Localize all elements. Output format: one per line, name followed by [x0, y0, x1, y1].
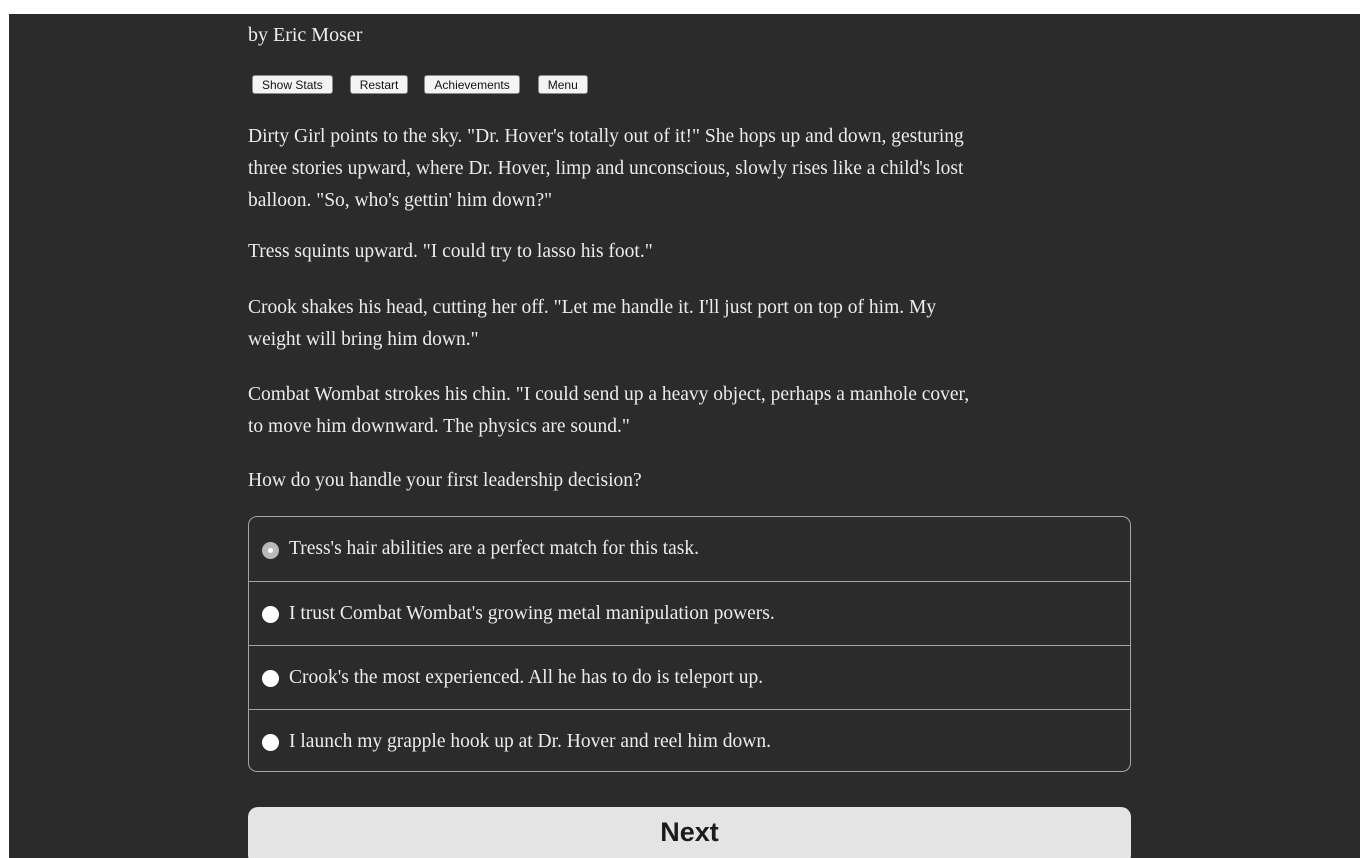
next-button[interactable]: Next — [248, 807, 1131, 858]
story-line: to move him downward. The physics are so… — [248, 416, 630, 437]
author-byline: by Eric Moser — [248, 24, 363, 46]
choice-option[interactable]: I trust Combat Wombat's growing metal ma… — [249, 581, 1130, 645]
choice-list: Tress's hair abilities are a perfect mat… — [248, 516, 1131, 772]
story-line: Combat Wombat strokes his chin. "I could… — [248, 384, 970, 405]
story-paragraph: Crook shakes his head, cutting her off. … — [248, 292, 936, 356]
choice-option[interactable]: I launch my grapple hook up at Dr. Hover… — [249, 709, 1130, 771]
show-stats-button[interactable]: Show Stats — [252, 75, 333, 94]
choice-label: I launch my grapple hook up at Dr. Hover… — [289, 730, 771, 752]
choice-label: Crook's the most experienced. All he has… — [289, 666, 764, 688]
choice-label: Tress's hair abilities are a perfect mat… — [289, 538, 700, 559]
story-paragraph: Combat Wombat strokes his chin. "I could… — [248, 379, 969, 443]
story-line: How do you handle your first leadership … — [248, 470, 642, 491]
choice-option[interactable]: Crook's the most experienced. All he has… — [249, 645, 1130, 709]
radio-button-icon[interactable] — [262, 670, 279, 687]
story-paragraph: Tress squints upward. "I could try to la… — [248, 236, 653, 268]
toolbar: Show Stats Restart Achievements Menu — [252, 75, 588, 94]
choice-label: I trust Combat Wombat's growing metal ma… — [289, 602, 775, 624]
restart-button[interactable]: Restart — [349, 75, 409, 94]
story-paragraph: Dirty Girl points to the sky. "Dr. Hover… — [248, 121, 964, 217]
story-line: weight will bring him down." — [248, 329, 479, 350]
story-line: Crook shakes his head, cutting her off. … — [248, 297, 937, 318]
choice-option[interactable]: Tress's hair abilities are a perfect mat… — [249, 517, 1130, 581]
story-line: Dirty Girl points to the sky. "Dr. Hover… — [248, 126, 964, 147]
radio-button-icon[interactable] — [262, 606, 279, 623]
radio-button-icon[interactable] — [262, 541, 279, 559]
game-frame: by Eric Moser Show Stats Restart Achieve… — [9, 14, 1360, 858]
radio-button-icon[interactable] — [262, 734, 279, 751]
achievements-button[interactable]: Achievements — [424, 75, 520, 94]
story-line: three stories upward, where Dr. Hover, l… — [248, 158, 964, 179]
menu-button[interactable]: Menu — [537, 75, 588, 94]
story-line: balloon. "So, who's gettin' him down?" — [248, 190, 553, 211]
story-line: Tress squints upward. "I could try to la… — [248, 241, 653, 262]
choice-prompt: How do you handle your first leadership … — [248, 465, 642, 497]
